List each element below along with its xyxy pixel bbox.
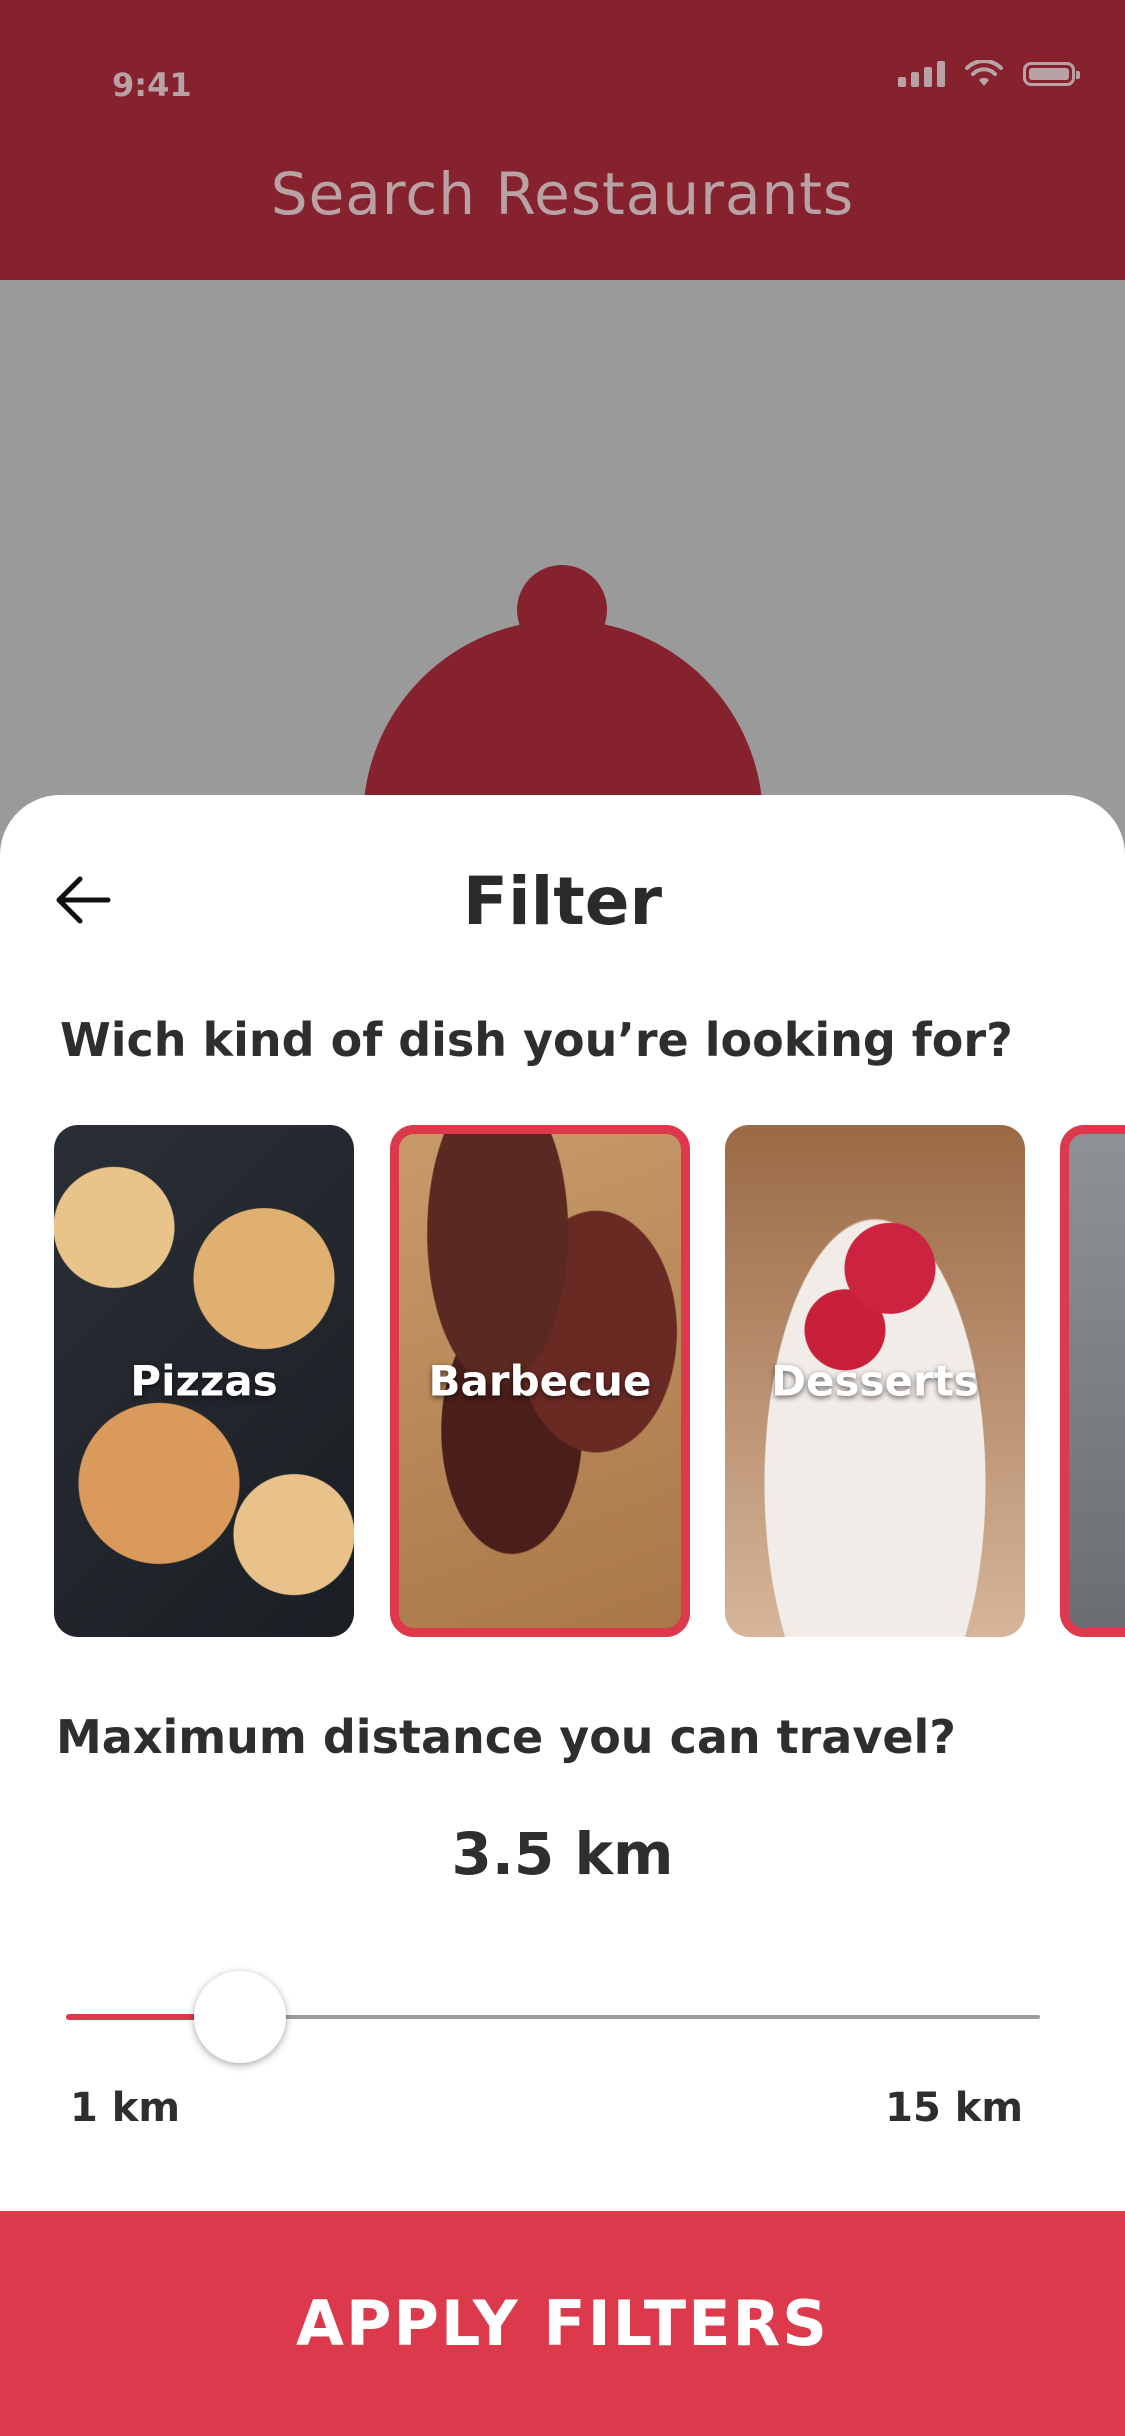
slider-min-label: 1 km	[70, 2085, 181, 2131]
dish-card-desserts[interactable]: Desserts	[725, 1125, 1025, 1637]
header-title: Search Restaurants	[270, 160, 855, 228]
status-icons	[898, 60, 1080, 88]
dish-question: Wich kind of dish you’re looking for?	[60, 1013, 1013, 1067]
dish-card-pizzas[interactable]: Pizzas	[54, 1125, 354, 1637]
status-time: 9:41	[112, 66, 192, 104]
distance-value: 3.5 km	[451, 1820, 674, 1888]
sheet-title: Filter	[462, 863, 663, 940]
filter-sheet: Filter Wich kind of dish you’re looking …	[0, 795, 1125, 2436]
distance-question: Maximum distance you can travel?	[56, 1710, 956, 1764]
dish-card-spicy[interactable]	[1060, 1125, 1125, 1637]
slider-thumb[interactable]	[194, 1971, 286, 2063]
signal-icon	[898, 61, 945, 87]
wifi-icon	[965, 60, 1003, 86]
apply-filters-button[interactable]: APPLY FILTERS	[0, 2211, 1125, 2436]
slider-max-label: 15 km	[885, 2085, 1023, 2131]
dish-card-label: Desserts	[771, 1356, 979, 1406]
dish-card-label: Pizzas	[130, 1356, 278, 1406]
dish-card-barbecue[interactable]: Barbecue	[390, 1125, 690, 1637]
battery-icon	[1023, 62, 1080, 86]
dish-card-label: Barbecue	[428, 1356, 652, 1406]
app-header: 9:41 Search Restaurants	[0, 0, 1125, 280]
distance-slider[interactable]	[66, 1967, 1040, 2067]
dish-carousel[interactable]: Pizzas Barbecue Desserts	[0, 1125, 1125, 1645]
